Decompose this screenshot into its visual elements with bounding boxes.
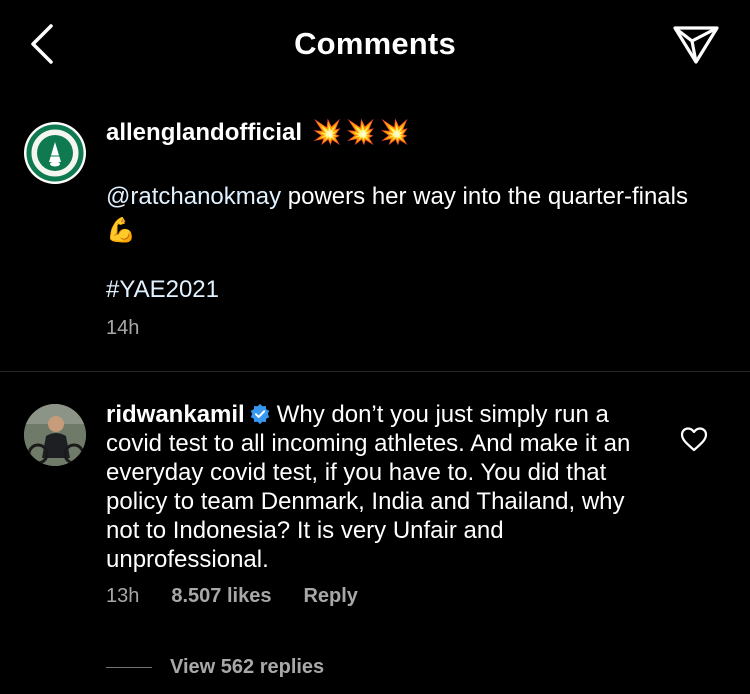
comment-meta: 13h 8.507 likes Reply xyxy=(106,585,358,608)
collision-icon: 💥 xyxy=(379,119,410,146)
share-button[interactable] xyxy=(672,24,720,66)
caption-text: @ratchanokmay powers her way into the qu… xyxy=(106,180,706,248)
paper-plane-icon xyxy=(673,26,719,64)
like-button[interactable] xyxy=(680,426,708,452)
view-replies-label: View 562 replies xyxy=(170,656,325,678)
flexed-biceps-icon: 💪 xyxy=(106,217,136,244)
avatar[interactable] xyxy=(24,122,86,184)
username[interactable]: allenglandofficial xyxy=(106,119,302,147)
collision-icon: 💥 xyxy=(312,119,342,146)
timestamp: 14h xyxy=(106,317,140,339)
username[interactable]: ridwankamil xyxy=(106,401,245,428)
header-bar: Comments xyxy=(0,0,750,90)
avatar[interactable] xyxy=(24,404,86,466)
burst-emojis: 💥 💥 💥 xyxy=(312,118,410,147)
collision-icon: 💥 xyxy=(345,119,376,146)
comment-timestamp: 13h xyxy=(106,585,140,607)
all-england-logo xyxy=(26,124,84,182)
caption-header: allenglandofficial 💥 💥 💥 xyxy=(106,118,410,147)
divider xyxy=(0,371,750,372)
page-title: Comments xyxy=(294,26,456,61)
heart-icon xyxy=(680,427,708,452)
verified-badge-icon xyxy=(250,403,269,425)
comment-text: ridwankamil Why don’t you just simply run… xyxy=(106,400,656,574)
mention-link[interactable]: @ratchanokmay xyxy=(106,183,281,210)
avatar-photo xyxy=(24,404,86,466)
reply-button[interactable]: Reply xyxy=(303,585,357,608)
likes-count[interactable]: 8.507 likes xyxy=(171,585,271,608)
replies-line xyxy=(106,667,152,668)
view-replies-button[interactable]: View 562 replies xyxy=(106,656,324,679)
caption-body: powers her way into the quarter-finals xyxy=(281,183,688,210)
hashtag-link[interactable]: #YAE2021 xyxy=(106,276,219,304)
